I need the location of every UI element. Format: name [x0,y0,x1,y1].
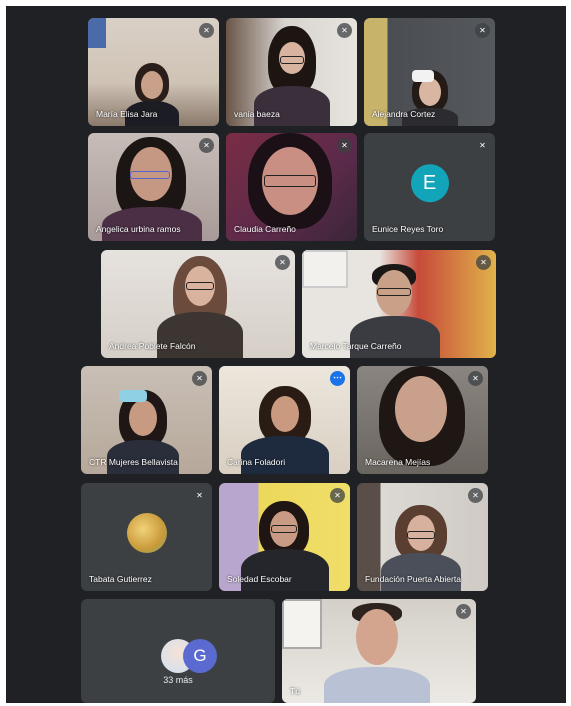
mic-off-icon: ✕ [199,23,214,38]
participant-name: Soledad Escobar [227,574,292,584]
participant-name: Claudia Carreño [234,224,296,234]
participant-tile[interactable]: ✕ Macarena Mejías [357,366,488,474]
participant-name: Tú [290,686,300,696]
mic-off-icon: ✕ [475,23,490,38]
participant-tile[interactable]: ✕ Soledad Escobar [219,483,350,591]
more-participants-tile[interactable]: G 33 más [81,599,275,703]
mic-off-icon: ✕ [199,138,214,153]
participant-tile[interactable]: ✕ Alejandra Cortez [364,18,495,126]
meeting-grid: ✕ María Elisa Jara ✕ vania baeza ✕ Aleja… [6,6,566,703]
participant-name: Andrea Poblete Falcón [109,341,196,351]
participant-name: Tabata Gutierrez [89,574,152,584]
participant-name: Alejandra Cortez [372,109,436,119]
participant-tile-active[interactable]: ⋯ Carina Foladori [219,366,350,474]
mic-off-icon: ✕ [475,138,490,153]
participant-tile[interactable]: ✕ CTR Mujeres Bellavista [81,366,212,474]
mic-off-icon: ✕ [337,138,352,153]
mic-off-icon: ✕ [468,488,483,503]
organization-logo [126,513,167,553]
participant-tile[interactable]: ✕ vania baeza [226,18,357,126]
participant-name: Fundación Puerta Abierta [365,574,461,584]
participant-avatar: E [410,164,449,203]
participant-name: Angelica urbina ramos [96,224,181,234]
mic-off-icon: ✕ [192,488,207,503]
mic-off-icon: ✕ [330,488,345,503]
participant-tile[interactable]: ✕ Tabata Gutierrez [81,483,212,591]
participant-name: Macarena Mejías [365,457,431,467]
more-options-icon[interactable]: ⋯ [330,371,345,386]
mic-off-icon: ✕ [456,604,471,619]
participant-avatar: G [183,639,217,673]
participant-name: María Elisa Jara [96,109,158,119]
mic-off-icon: ✕ [337,23,352,38]
mic-off-icon: ✕ [275,255,290,270]
participant-name: Eunice Reyes Toro [372,224,444,234]
mic-off-icon: ✕ [192,371,207,386]
participant-tile[interactable]: E ✕ Eunice Reyes Toro [364,133,495,241]
participant-tile[interactable]: ✕ Marcelo Tarque Carreño [302,250,496,358]
more-participants-count: 33 más [163,675,193,685]
participant-name: vania baeza [234,109,280,119]
mic-off-icon: ✕ [476,255,491,270]
participant-name: Marcelo Tarque Carreño [310,341,402,351]
participant-tile[interactable]: ✕ Andrea Poblete Falcón [101,250,295,358]
participant-tile[interactable]: ✕ Fundación Puerta Abierta [357,483,488,591]
participant-tile[interactable]: ✕ Angelica urbina ramos [88,133,219,241]
self-view-tile[interactable]: ✕ Tú [282,599,476,703]
mic-off-icon: ✕ [468,371,483,386]
participant-tile[interactable]: ✕ Claudia Carreño [226,133,357,241]
participant-name: CTR Mujeres Bellavista [89,457,178,467]
participant-tile[interactable]: ✕ María Elisa Jara [88,18,219,126]
participant-name: Carina Foladori [227,457,286,467]
